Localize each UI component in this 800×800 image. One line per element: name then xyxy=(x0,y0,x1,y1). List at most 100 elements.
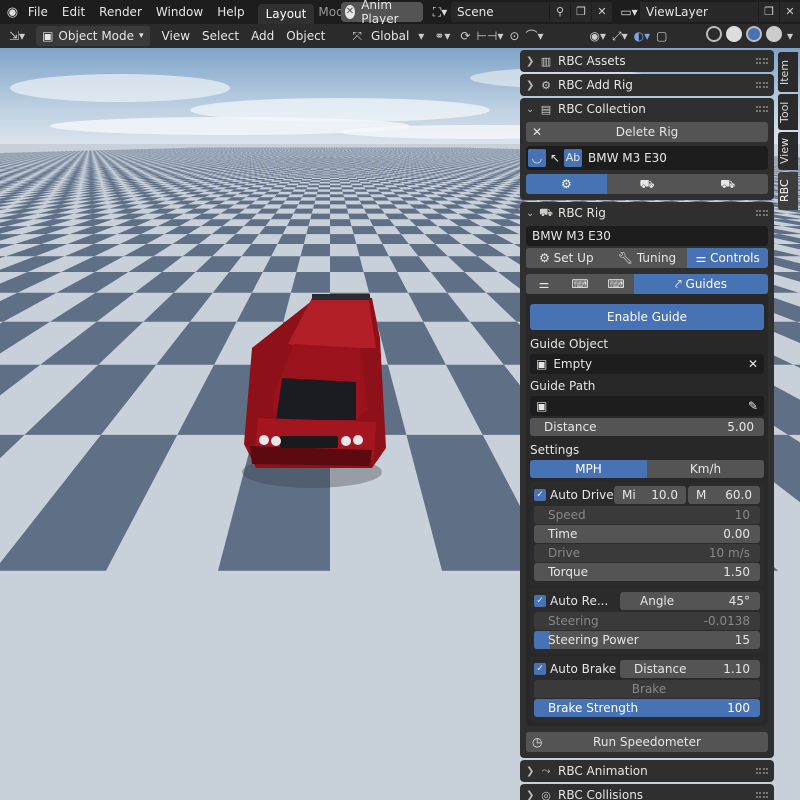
gizmo-icon[interactable]: ⤢▾ xyxy=(609,26,631,46)
shading-modes: ▾ xyxy=(704,26,796,46)
menu-view[interactable]: View xyxy=(156,26,196,46)
floor-tile xyxy=(330,170,338,172)
floor-tile xyxy=(315,197,330,201)
menu-file[interactable]: File xyxy=(21,0,55,24)
floor-tile xyxy=(330,179,340,181)
menu-help[interactable]: Help xyxy=(210,0,251,24)
floor-tile xyxy=(330,185,342,188)
orientation-dropdown[interactable]: Global xyxy=(365,26,415,46)
floor-tile xyxy=(347,176,357,178)
editor-type-icon[interactable]: ⇲▾ xyxy=(6,26,28,46)
floor-tile xyxy=(346,165,353,166)
floor-tile xyxy=(370,166,378,167)
pivot-icon[interactable]: ⚭▾ xyxy=(431,26,453,46)
material-shading-icon[interactable] xyxy=(745,26,762,42)
xray-icon[interactable]: ▢ xyxy=(653,26,670,46)
chevron-down-icon[interactable]: ▾ xyxy=(784,26,796,46)
solid-shading-icon[interactable] xyxy=(725,26,742,42)
floor-tile xyxy=(361,163,368,165)
floor-tile xyxy=(308,170,317,171)
transform-orientation-icon[interactable]: ⤧ xyxy=(349,26,365,46)
rendered-shading-icon[interactable] xyxy=(765,26,782,42)
floor-tile xyxy=(288,166,295,167)
floor-tile xyxy=(318,187,330,190)
floor-tile xyxy=(330,176,339,178)
floor-tile xyxy=(351,171,360,173)
menu-add[interactable]: Add xyxy=(245,26,280,46)
floor-tile xyxy=(337,173,346,175)
floor-tile xyxy=(323,168,330,170)
menu-object[interactable]: Object xyxy=(280,26,331,46)
floor-tile xyxy=(348,213,370,220)
floor-tile xyxy=(316,191,330,195)
mode-dropdown[interactable]: ▣ Object Mode ▾ xyxy=(36,26,150,46)
snap-icon[interactable]: ⟳ xyxy=(457,26,473,46)
floor-tile xyxy=(306,226,330,235)
floor-tile xyxy=(375,165,383,167)
close-icon[interactable]: ✕ xyxy=(344,5,356,19)
floor-tile xyxy=(344,170,352,172)
floor-tile xyxy=(355,168,363,169)
close-icon[interactable]: ✕ xyxy=(592,2,613,22)
floor-tile xyxy=(353,166,361,168)
floor-tile xyxy=(351,164,358,166)
chevron-down-icon[interactable]: ▾ xyxy=(415,26,427,46)
blender-logo-icon[interactable]: ◉ xyxy=(4,0,21,24)
floor-tile xyxy=(285,197,302,201)
floor-tile xyxy=(297,174,307,176)
menu-render[interactable]: Render xyxy=(92,0,149,24)
anim-player-tab[interactable]: ✕ Anim Player xyxy=(340,0,424,26)
menu-edit[interactable]: Edit xyxy=(55,0,92,24)
visibility-icon[interactable]: ◉▾ xyxy=(586,26,609,46)
floor-tile xyxy=(361,174,372,176)
copy-icon[interactable]: ❐ xyxy=(571,2,592,22)
floor-tile xyxy=(342,191,357,195)
floor-tile xyxy=(310,168,318,170)
floor-tile xyxy=(338,177,349,179)
floor-tile xyxy=(287,175,298,177)
tab-layout[interactable]: Layout xyxy=(257,4,315,24)
floor-tile xyxy=(338,175,348,177)
floor-tile xyxy=(367,168,376,169)
floor-tile xyxy=(287,163,294,165)
view-layer-name-field[interactable]: ViewLayer xyxy=(640,2,759,22)
floor-tile xyxy=(318,164,325,166)
tab-modeling[interactable]: Mode xyxy=(314,2,340,22)
floor-tile xyxy=(359,172,369,174)
floor-tile xyxy=(286,170,295,172)
floor-tile xyxy=(354,175,365,177)
mode-label: Object Mode xyxy=(58,29,134,43)
menu-window[interactable]: Window xyxy=(149,0,210,24)
floor-tile xyxy=(349,168,357,170)
floor-tile xyxy=(306,165,313,167)
floor-tile xyxy=(321,175,330,177)
floor-tile xyxy=(374,172,384,174)
floor-tile xyxy=(290,173,300,175)
snap-increment-icon[interactable]: ⊢⊣▾ xyxy=(473,26,506,46)
menu-select[interactable]: Select xyxy=(196,26,245,46)
floor-tile xyxy=(283,172,293,174)
floor-tile xyxy=(364,187,378,190)
wireframe-shading-icon[interactable] xyxy=(705,26,722,42)
proportional-edit-icon[interactable]: ⊙ xyxy=(506,26,522,46)
floor-tile xyxy=(348,167,356,168)
floor-tile xyxy=(330,189,343,192)
floor-tile xyxy=(311,167,318,168)
floor-tile xyxy=(309,181,321,184)
floor-tile xyxy=(361,183,374,186)
floor-tile xyxy=(360,167,368,168)
falloff-icon[interactable]: ⌒▾ xyxy=(522,26,546,46)
floor-tile xyxy=(304,189,319,192)
floor-tile xyxy=(307,164,314,166)
floor-tile xyxy=(306,173,315,175)
close-icon[interactable]: ✕ xyxy=(780,2,800,22)
pin-icon[interactable]: ⚲ xyxy=(550,2,571,22)
floor-tile xyxy=(300,180,311,182)
copy-icon[interactable]: ❐ xyxy=(759,2,780,22)
scene-name-field[interactable]: Scene xyxy=(451,2,550,22)
floor-tile xyxy=(344,172,354,174)
view-layer-icon[interactable]: ▭▾ xyxy=(618,5,640,19)
scene-icon[interactable]: ⛶▾ xyxy=(429,5,451,20)
floor-tile xyxy=(305,166,313,168)
overlay-icon[interactable]: ◐▾ xyxy=(631,26,654,46)
